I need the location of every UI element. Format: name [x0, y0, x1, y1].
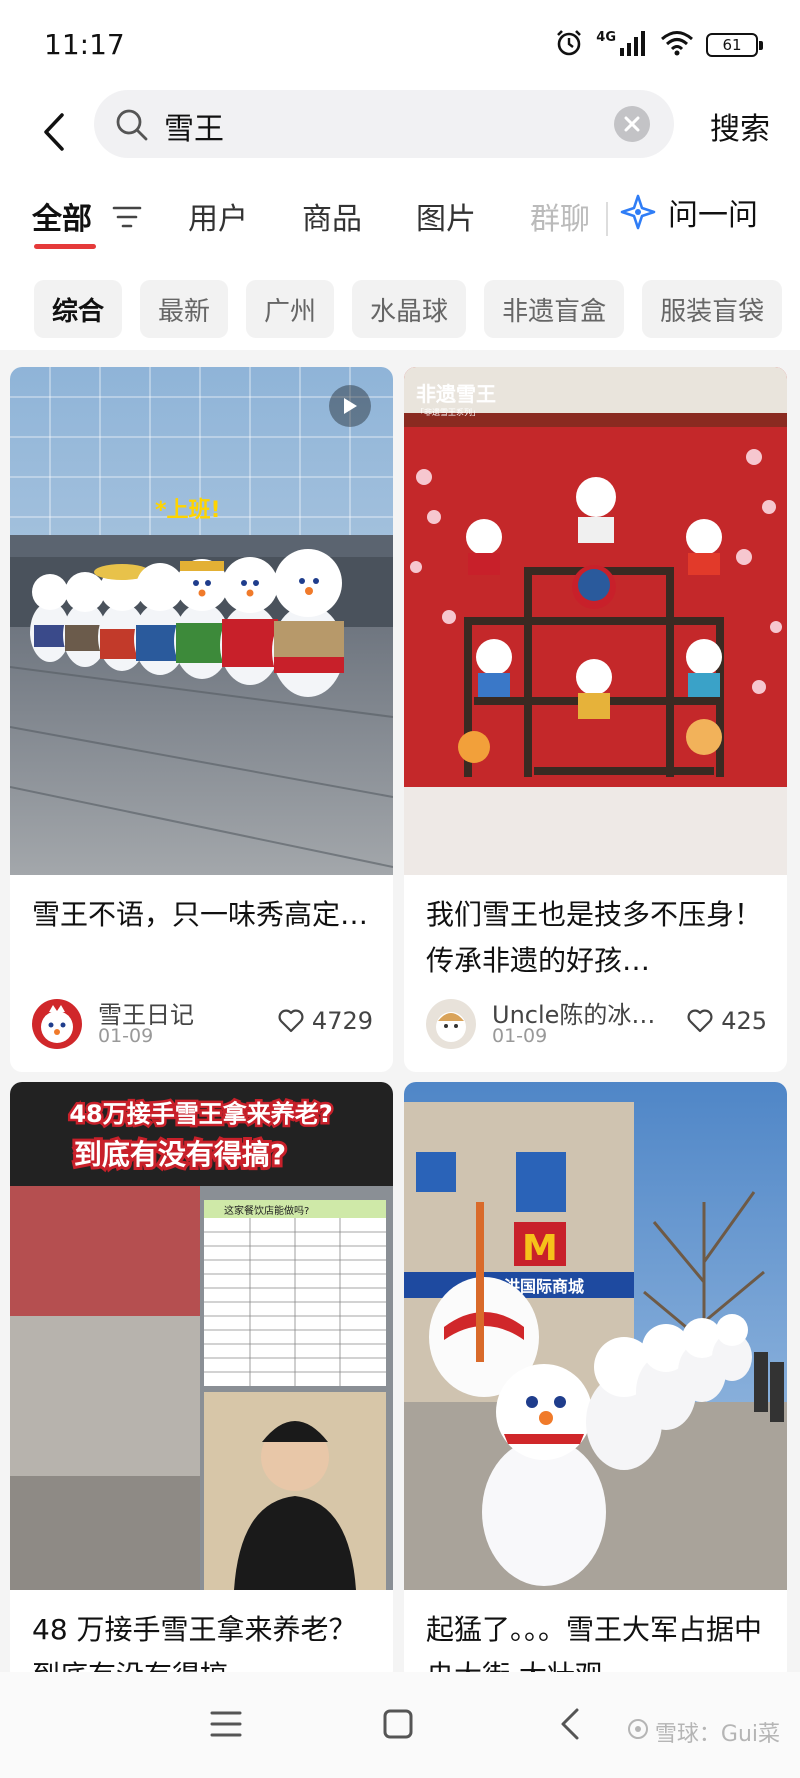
- post-card[interactable]: *上班! 雪王不语，只一味秀高定… 雪王日记 01-09 4729: [10, 367, 393, 1072]
- chip-clothing-blindbag[interactable]: 服装盲袋: [642, 280, 783, 338]
- back-button[interactable]: [30, 102, 78, 162]
- tab-products[interactable]: 商品: [302, 194, 362, 238]
- filter-chips: 综合 最新 广州 水晶球 非遗盲盒 服装盲袋: [34, 280, 783, 340]
- clear-search-button[interactable]: [614, 106, 650, 142]
- menu-icon: [210, 1711, 242, 1737]
- search-row: 雪王 搜索: [0, 90, 800, 180]
- post-card[interactable]: 非遗雪王 「非遗雪王系列」 我们雪王也是技多不压身！传承非遗的好孩… Uncle…: [404, 367, 787, 1072]
- overlay-subtitle: 「非遗雪王系列」: [416, 407, 480, 417]
- post-date: 01-09: [492, 1025, 548, 1047]
- tab-images[interactable]: 图片: [416, 194, 476, 238]
- heart-icon: [278, 1009, 304, 1033]
- like-button[interactable]: 425: [687, 1007, 767, 1035]
- xueqiu-logo-icon: [627, 1718, 649, 1746]
- chevron-left-icon: [561, 1708, 579, 1740]
- chip-crystal-ball[interactable]: 水晶球: [352, 280, 467, 338]
- chevron-left-icon: [44, 113, 64, 151]
- post-thumbnail: 非遗雪王 「非遗雪王系列」: [404, 367, 787, 875]
- search-submit-button[interactable]: 搜索: [710, 104, 770, 148]
- post-thumbnail: M 洪国际商城: [404, 1082, 787, 1590]
- avatar[interactable]: [32, 999, 82, 1049]
- post-title: 起猛了。。。雪王大军占据中央大街 太壮观…: [426, 1613, 763, 1682]
- watermark-text: 雪球：Gui菜: [654, 1722, 780, 1747]
- like-count: 4729: [311, 1007, 373, 1035]
- overlay-subheadline: 到底有没有得搞?: [74, 1138, 286, 1171]
- search-input[interactable]: 雪王: [94, 90, 674, 158]
- chip-heritage-blindbox[interactable]: 非遗盲盒: [484, 280, 625, 338]
- post-date: 01-09: [98, 1025, 154, 1047]
- battery-indicator: 61: [706, 33, 763, 57]
- chip-latest[interactable]: 最新: [140, 280, 229, 338]
- overlay-caption: *上班!: [155, 498, 221, 523]
- tab-divider: [606, 202, 608, 236]
- post-thumbnail: *上班!: [10, 367, 393, 875]
- play-icon: [329, 385, 371, 427]
- status-time: 11:17: [44, 28, 125, 61]
- overlay-headline: 48万接手雪王拿来养老?: [69, 1100, 332, 1128]
- like-count: 425: [721, 1007, 767, 1035]
- mcdonalds-logo: M: [522, 1228, 558, 1269]
- post-thumbnail: 这家餐饮店能做吗? 48万接手雪王拿来养老? 到底有没有得搞?: [10, 1082, 393, 1590]
- overlay-title: 非遗雪王: [416, 382, 496, 406]
- ask-button[interactable]: 问一问: [620, 190, 758, 234]
- menu-button[interactable]: [196, 1694, 256, 1754]
- home-button[interactable]: [368, 1694, 428, 1754]
- active-tab-indicator: [34, 244, 96, 249]
- alarm-icon: [554, 28, 584, 62]
- avatar[interactable]: [426, 999, 476, 1049]
- status-bar: 11:17 4G 61: [0, 0, 800, 90]
- chip-comprehensive[interactable]: 综合: [34, 280, 123, 338]
- status-icons: 4G 61: [554, 28, 763, 62]
- post-title: 48 万接手雪王拿来养老？到底有没有得搞…: [32, 1613, 357, 1682]
- wifi-icon: [660, 30, 694, 60]
- post-author-row: 雪王日记 01-09 4729: [32, 995, 373, 1055]
- search-query: 雪王: [164, 112, 224, 147]
- search-icon: [114, 107, 150, 147]
- system-back-button[interactable]: [540, 1694, 600, 1754]
- post-card[interactable]: M 洪国际商城 起猛了。。。雪王大军占据中央大街 太壮观…: [404, 1082, 787, 1682]
- square-icon: [383, 1709, 413, 1739]
- result-tabs: 全部 用户 商品 图片 群聊 问一问: [0, 190, 800, 260]
- chip-guangzhou[interactable]: 广州: [246, 280, 335, 338]
- post-author-row: Uncle陈的冰… 01-09 425: [426, 995, 767, 1055]
- tab-groups[interactable]: 群聊: [530, 194, 594, 238]
- network-type: 4G: [596, 29, 616, 45]
- post-card[interactable]: 这家餐饮店能做吗? 48万接手雪王拿来养老? 到底有没有得搞? 48 万接手雪王…: [10, 1082, 393, 1682]
- filter-icon[interactable]: [112, 204, 142, 234]
- post-title: 我们雪王也是技多不压身！传承非遗的好孩…: [426, 898, 763, 977]
- table-title: 这家餐饮店能做吗?: [224, 1204, 309, 1217]
- close-icon: [624, 116, 640, 132]
- ask-label: 问一问: [668, 198, 758, 233]
- signal-icon: [618, 30, 648, 60]
- sparkle-icon: [620, 194, 656, 230]
- watermark: 雪球：Gui菜: [627, 1716, 780, 1748]
- system-nav-bar: 雪球：Gui菜: [0, 1672, 800, 1778]
- like-button[interactable]: 4729: [278, 1007, 373, 1035]
- tab-users[interactable]: 用户: [188, 194, 248, 238]
- post-title: 雪王不语，只一味秀高定…: [32, 898, 369, 931]
- heart-icon: [687, 1009, 713, 1033]
- tab-all[interactable]: 全部: [32, 194, 92, 238]
